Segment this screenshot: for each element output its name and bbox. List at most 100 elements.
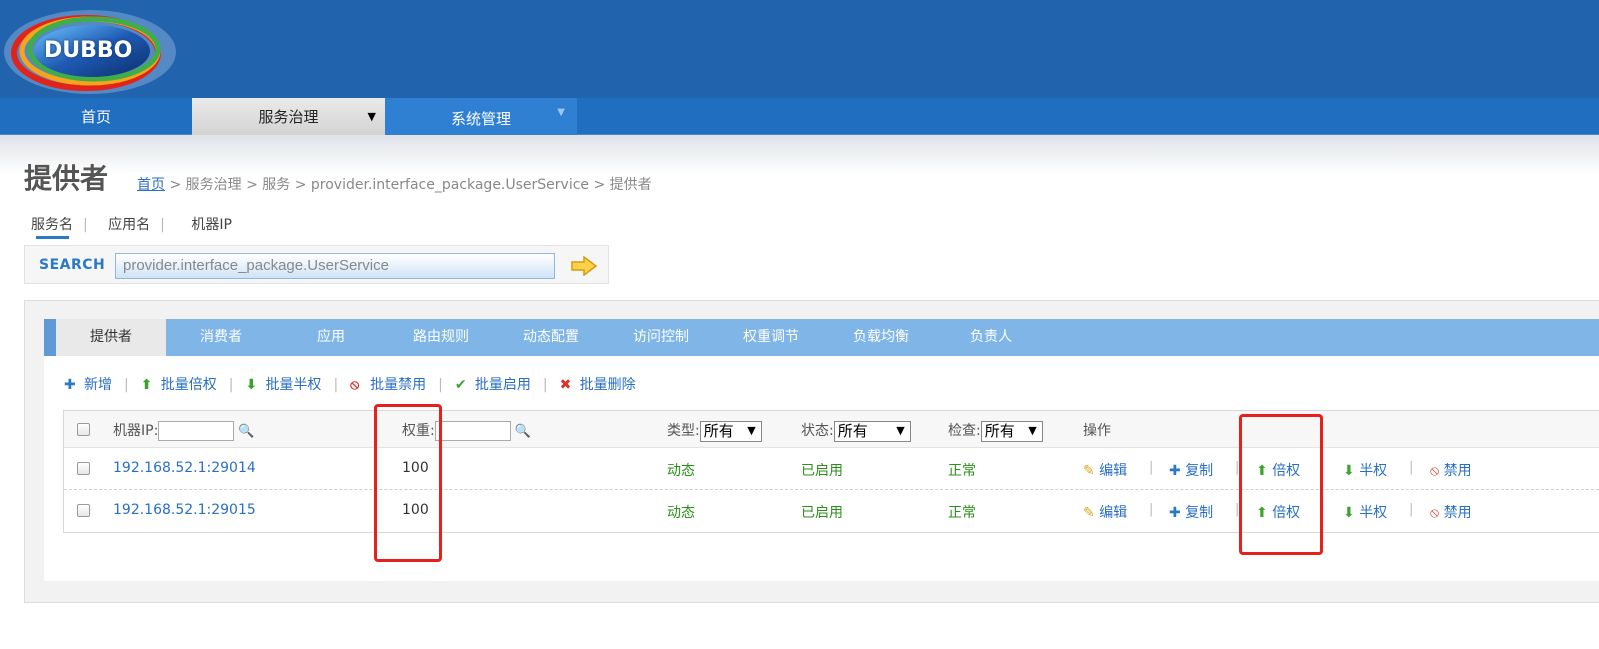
ops-header: 操作: [1083, 423, 1111, 439]
batch-double-weight-button[interactable]: ⬆ 批量倍权: [141, 377, 217, 393]
search-label: SEARCH: [39, 257, 106, 273]
active-search-tab-underline: [36, 236, 69, 239]
tab-weight[interactable]: 权重调节: [716, 319, 826, 356]
tab-load-balance[interactable]: 负载均衡: [826, 319, 936, 356]
divider: |: [160, 217, 165, 233]
row-checkbox[interactable]: [77, 504, 90, 517]
action-toolbar: ✚ 新增 | ⬆ 批量倍权 | ⬇ 批量半权 | ⦸ 批量禁用 | ✔ 批量启用 | ✖ 批量删除: [64, 374, 636, 394]
status-header: 状态:: [801, 423, 834, 439]
breadcrumb: 首页 > 服务治理 > 服务 > provider.interface_pack…: [137, 174, 652, 194]
provider-status: 已启用: [801, 505, 843, 521]
disable-button[interactable]: ⦸ 禁用: [1430, 502, 1472, 522]
arrow-down-icon: ⬇: [1343, 505, 1355, 521]
divider: |: [1409, 460, 1414, 475]
main-nav: 首页 服务治理 ▼ 系统管理 ▼: [0, 98, 1599, 135]
status-select-value: 所有: [837, 421, 868, 440]
ban-icon: ⦸: [350, 377, 360, 393]
batch-double-weight-label: 批量倍权: [160, 377, 217, 393]
batch-half-weight-button[interactable]: ⬇ 批量半权: [245, 377, 321, 393]
dropdown-arrow-icon: ▼: [367, 110, 376, 123]
nav-service-governance-label: 服务治理: [258, 108, 319, 126]
search-tab-machine-ip[interactable]: 机器IP: [191, 217, 232, 233]
tab-providers[interactable]: 提供者: [56, 319, 166, 356]
check-header: 检查:: [948, 423, 981, 439]
divider: |: [228, 377, 234, 393]
nav-system-management[interactable]: 系统管理 ▼: [385, 98, 577, 135]
edit-button[interactable]: ✎ 编辑: [1083, 502, 1127, 522]
search-tab-app-name[interactable]: 应用名: [108, 217, 150, 233]
search-type-tabs: 服务名 | 应用名 | 机器IP: [31, 214, 242, 234]
weight-column-highlight: [374, 404, 442, 562]
type-filter: 类型: 所有 ▼: [667, 420, 762, 442]
status-filter: 状态: 所有 ▼: [801, 420, 911, 442]
ip-header: 机器IP:: [113, 423, 159, 439]
check-select-value: 所有: [984, 421, 1015, 440]
batch-enable-button[interactable]: ✔ 批量启用: [455, 377, 531, 393]
search-go-arrow-icon[interactable]: [571, 256, 597, 276]
provider-type: 动态: [667, 505, 695, 521]
table-header-row: 机器IP: 🔍 权重: 🔍 类型: 所有 ▼ 状态: 所有 ▼ 检查: 所有 ▼ 操作: [64, 411, 1599, 448]
tab-consumers[interactable]: 消费者: [166, 319, 276, 356]
dropdown-arrow-icon: ▼: [1028, 423, 1037, 437]
tab-dynamic-config[interactable]: 动态配置: [496, 319, 606, 356]
select-all-checkbox[interactable]: [77, 423, 90, 436]
header-shadow-band: [0, 135, 1599, 175]
panel-content: 提供者 消费者 应用 路由规则 动态配置 访问控制 权重调节 负载均衡 负责人 …: [44, 319, 1599, 581]
arrow-up-icon: ⬆: [140, 377, 153, 393]
search-tab-service-name[interactable]: 服务名: [31, 217, 73, 233]
batch-half-weight-label: 批量半权: [265, 377, 322, 393]
top-header: DUBBO: [0, 0, 1599, 98]
plus-icon: ✚: [1169, 505, 1181, 521]
search-icon[interactable]: 🔍: [238, 424, 254, 439]
nav-system-management-label: 系统管理: [450, 110, 511, 128]
provider-status: 已启用: [801, 463, 843, 479]
copy-label: 复制: [1185, 505, 1214, 521]
disable-button[interactable]: ⦸ 禁用: [1430, 460, 1472, 480]
copy-button[interactable]: ✚ 复制: [1169, 460, 1213, 480]
table-row: 192.168.52.1:29014 100 动态 已启用 正常 ✎ 编辑 | …: [64, 448, 1599, 490]
provider-check: 正常: [948, 505, 976, 521]
provider-ip-link[interactable]: 192.168.52.1:29015: [113, 502, 256, 518]
tab-routes[interactable]: 路由规则: [386, 319, 496, 356]
nav-home[interactable]: 首页: [0, 98, 192, 135]
provider-check: 正常: [948, 463, 976, 479]
batch-disable-button[interactable]: ⦸ 批量禁用: [350, 377, 426, 393]
divider: |: [1149, 460, 1154, 475]
divider: |: [124, 377, 129, 393]
double-weight-column-highlight: [1239, 414, 1323, 555]
nav-service-governance[interactable]: 服务治理 ▼: [192, 98, 385, 135]
check-select[interactable]: 所有 ▼: [980, 420, 1043, 442]
plus-icon: ✚: [64, 377, 76, 393]
half-weight-button[interactable]: ⬇ 半权: [1343, 502, 1387, 522]
half-weight-button[interactable]: ⬇ 半权: [1343, 460, 1387, 480]
type-select[interactable]: 所有 ▼: [699, 420, 762, 442]
provider-ip-link[interactable]: 192.168.52.1:29014: [113, 460, 256, 476]
add-button[interactable]: ✚ 新增: [64, 377, 112, 393]
pencil-icon: ✎: [1083, 505, 1095, 521]
arrow-down-icon: ⬇: [1343, 463, 1355, 479]
copy-button[interactable]: ✚ 复制: [1169, 502, 1213, 522]
cross-icon: ✖: [559, 377, 572, 393]
add-label: 新增: [84, 377, 112, 393]
divider: |: [1409, 502, 1414, 517]
breadcrumb-home-link[interactable]: 首页: [137, 177, 165, 193]
batch-enable-label: 批量启用: [474, 377, 531, 393]
search-input[interactable]: provider.interface_package.UserService: [115, 253, 555, 279]
tab-owners[interactable]: 负责人: [936, 319, 1046, 356]
search-icon[interactable]: 🔍: [515, 424, 531, 439]
divider: |: [83, 217, 88, 233]
row-checkbox[interactable]: [77, 462, 90, 475]
tab-access-control[interactable]: 访问控制: [606, 319, 716, 356]
provider-type: 动态: [667, 463, 695, 479]
type-header: 类型:: [667, 423, 700, 439]
edit-button[interactable]: ✎ 编辑: [1083, 460, 1127, 480]
half-weight-label: 半权: [1359, 505, 1388, 521]
ip-filter-input[interactable]: [158, 421, 235, 441]
plus-icon: ✚: [1169, 463, 1181, 479]
tab-applications[interactable]: 应用: [276, 319, 386, 356]
batch-delete-button[interactable]: ✖ 批量删除: [560, 377, 636, 393]
divider: |: [1149, 502, 1154, 517]
weight-filter-input[interactable]: [434, 421, 511, 441]
status-select[interactable]: 所有 ▼: [833, 420, 911, 442]
edit-label: 编辑: [1099, 463, 1128, 479]
